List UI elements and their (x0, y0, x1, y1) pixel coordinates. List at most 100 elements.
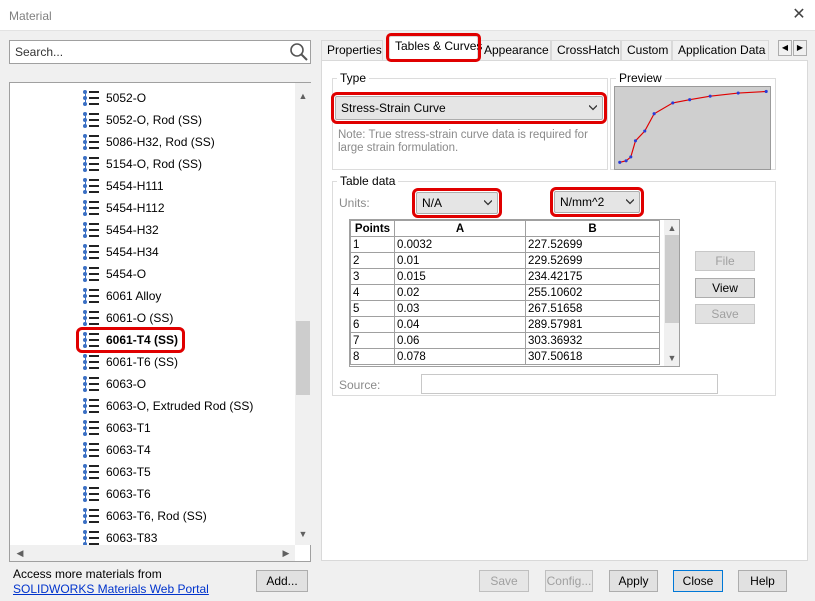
cell-a[interactable]: 0.078 (394, 348, 526, 365)
search-input[interactable] (13, 43, 278, 61)
file-button[interactable]: File (695, 251, 755, 271)
tab-application-data[interactable]: Application Data (672, 40, 769, 60)
tree-item[interactable]: 6063-O, Extruded Rod (SS) (82, 396, 253, 416)
search-box[interactable] (9, 40, 311, 64)
cell-point[interactable]: 3 (350, 268, 395, 285)
tab-scroll-right-icon[interactable]: ▶ (793, 40, 807, 56)
cell-point[interactable]: 4 (350, 284, 395, 301)
tree-scroll-thumb[interactable] (296, 321, 310, 395)
search-icon[interactable] (289, 42, 309, 62)
table-save-button[interactable]: Save (695, 304, 755, 324)
header-b[interactable]: B (525, 220, 660, 237)
scroll-up-icon[interactable]: ▲ (664, 221, 679, 235)
config-button[interactable]: Config... (545, 570, 593, 592)
tree-item[interactable]: 6061-O (SS) (82, 308, 173, 328)
curve-data-grid[interactable]: Points A B 1 0.0032 227.52699 2 0.01 229.5269… (349, 219, 680, 367)
close-icon[interactable]: ✕ (790, 6, 808, 24)
web-portal-link[interactable]: SOLIDWORKS Materials Web Portal (13, 582, 209, 596)
tree-item[interactable]: 5154-O, Rod (SS) (82, 154, 202, 174)
cell-a[interactable]: 0.02 (394, 284, 526, 301)
cell-b[interactable]: 227.52699 (525, 236, 660, 253)
header-points[interactable]: Points (350, 220, 395, 237)
preview-curve-point (629, 155, 633, 159)
close-button[interactable]: Close (673, 570, 723, 592)
preview-curve-point (688, 98, 692, 102)
table-row[interactable]: 7 0.06 303.36932 (350, 332, 660, 349)
material-tree[interactable]: 5052-O 5052-O, Rod (SS) 5086-H32, Rod (SS)… (9, 82, 311, 562)
cell-point[interactable]: 5 (350, 300, 395, 317)
table-row[interactable]: 6 0.04 289.57981 (350, 316, 660, 333)
tree-item[interactable]: 5086-H32, Rod (SS) (82, 132, 215, 152)
tree-item[interactable]: 5454-H34 (82, 242, 159, 262)
unit-a-value: N/A (422, 196, 443, 210)
cell-b[interactable]: 234.42175 (525, 268, 660, 285)
access-more-text: Access more materials from (13, 567, 162, 581)
tab-scroll-left-icon[interactable]: ◀ (778, 40, 792, 56)
preview-curve-point (652, 112, 656, 116)
tree-item[interactable]: 6061 Alloy (82, 286, 161, 306)
table-row[interactable]: 3 0.015 234.42175 (350, 268, 660, 285)
cell-a[interactable]: 0.0032 (394, 236, 526, 253)
tab-tables-curves[interactable]: Tables & Curves (386, 33, 482, 62)
scroll-right-icon[interactable]: ▶ (278, 546, 294, 560)
save-button[interactable]: Save (479, 570, 529, 592)
cell-b[interactable]: 255.10602 (525, 284, 660, 301)
tree-item[interactable]: 6061-T6 (SS) (82, 352, 178, 372)
grid-scroll-thumb[interactable] (665, 235, 679, 323)
scroll-up-icon[interactable]: ▲ (295, 89, 311, 103)
tree-item[interactable]: 6063-T6, Rod (SS) (82, 506, 207, 526)
grid-vertical-scrollbar[interactable]: ▲ ▼ (664, 220, 679, 366)
cell-point[interactable]: 2 (350, 252, 395, 269)
help-button[interactable]: Help (738, 570, 787, 592)
unit-a-dropdown[interactable]: N/A (412, 188, 502, 218)
apply-button[interactable]: Apply (609, 570, 658, 592)
tree-item[interactable]: 6063-O (82, 374, 146, 394)
tree-item[interactable]: 5052-O (82, 88, 146, 108)
cell-point[interactable]: 8 (350, 348, 395, 365)
tab-crosshatch[interactable]: CrossHatch (551, 40, 621, 60)
tree-item[interactable]: 6063-T5 (82, 462, 151, 482)
scroll-down-icon[interactable]: ▼ (664, 351, 679, 365)
tree-horizontal-scrollbar[interactable]: ◀ ▶ (10, 545, 295, 561)
tree-item[interactable]: 5454-O (82, 264, 146, 284)
cell-b[interactable]: 267.51658 (525, 300, 660, 317)
tree-vertical-scrollbar[interactable]: ▲ ▼ (295, 83, 311, 545)
cell-a[interactable]: 0.01 (394, 252, 526, 269)
curve-type-dropdown[interactable]: Stress-Strain Curve (331, 92, 607, 124)
tab-custom[interactable]: Custom (621, 40, 672, 60)
tree-item[interactable]: 6061-T4 (SS) (75, 327, 186, 353)
source-input[interactable] (421, 374, 718, 394)
scroll-down-icon[interactable]: ▼ (295, 527, 311, 541)
tree-item[interactable]: 5052-O, Rod (SS) (82, 110, 202, 130)
tab-appearance[interactable]: Appearance (478, 40, 551, 60)
table-row[interactable]: 5 0.03 267.51658 (350, 300, 660, 317)
table-row[interactable]: 2 0.01 229.52699 (350, 252, 660, 269)
cell-a[interactable]: 0.06 (394, 332, 526, 349)
cell-b[interactable]: 303.36932 (525, 332, 660, 349)
cell-point[interactable]: 6 (350, 316, 395, 333)
cell-b[interactable]: 289.57981 (525, 316, 660, 333)
tree-item[interactable]: 5454-H32 (82, 220, 159, 240)
view-button[interactable]: View (695, 278, 755, 298)
table-row[interactable]: 8 0.078 307.50618 (350, 348, 660, 365)
cell-point[interactable]: 1 (350, 236, 395, 253)
tree-item[interactable]: 5454-H111 (82, 176, 164, 196)
tree-item[interactable]: 6063-T4 (82, 440, 151, 460)
unit-b-dropdown[interactable]: N/mm^2 (550, 187, 644, 217)
scroll-left-icon[interactable]: ◀ (12, 546, 28, 560)
cell-a[interactable]: 0.015 (394, 268, 526, 285)
table-row[interactable]: 4 0.02 255.10602 (350, 284, 660, 301)
cell-point[interactable]: 7 (350, 332, 395, 349)
tree-item[interactable]: 6063-T6 (82, 484, 151, 504)
cell-b[interactable]: 307.50618 (525, 348, 660, 365)
tree-item[interactable]: 5454-H112 (82, 198, 165, 218)
cell-a[interactable]: 0.03 (394, 300, 526, 317)
tree-item-label: 5454-H112 (106, 201, 165, 215)
add-button[interactable]: Add... (256, 570, 308, 592)
tree-item[interactable]: 6063-T1 (82, 418, 151, 438)
cell-b[interactable]: 229.52699 (525, 252, 660, 269)
cell-a[interactable]: 0.04 (394, 316, 526, 333)
header-a[interactable]: A (394, 220, 526, 237)
table-row[interactable]: 1 0.0032 227.52699 (350, 236, 660, 253)
tab-properties[interactable]: Properties (321, 40, 383, 60)
